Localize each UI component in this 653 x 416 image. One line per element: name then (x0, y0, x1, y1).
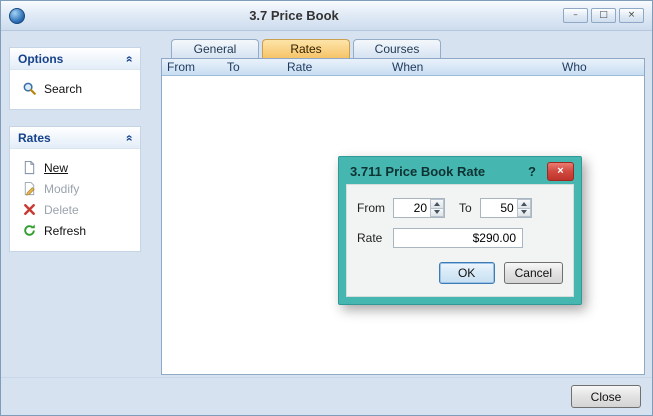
rates-panel-header[interactable]: Rates » (10, 127, 140, 149)
rate-label: Rate (357, 231, 393, 245)
titlebar: 3.7 Price Book – □ × (1, 1, 652, 31)
spinner-up-icon[interactable] (430, 199, 444, 208)
spinner-down-icon[interactable] (517, 208, 531, 218)
price-book-rate-dialog: 3.711 Price Book Rate ? × From To (338, 156, 582, 305)
price-book-window: 3.7 Price Book – □ × Options » Search (0, 0, 653, 416)
from-spinner (430, 199, 444, 217)
from-to-row: From To (357, 198, 563, 218)
sidebar-item-label: Delete (44, 203, 79, 217)
sidebar-item-label: Refresh (44, 224, 86, 238)
rates-panel: Rates » New Modify (9, 126, 141, 252)
sidebar-item-label: Modify (44, 182, 79, 196)
dialog-close-button[interactable]: × (547, 162, 574, 181)
dialog-titlebar: 3.711 Price Book Rate ? × (346, 157, 574, 184)
sidebar-item-search[interactable]: Search (18, 78, 136, 99)
rates-panel-title: Rates (18, 131, 51, 145)
help-button[interactable]: ? (523, 164, 541, 179)
tab-courses[interactable]: Courses (353, 39, 441, 58)
delete-icon (22, 202, 37, 217)
cancel-button[interactable]: Cancel (504, 262, 563, 284)
options-panel-body: Search (10, 70, 140, 109)
sidebar-item-delete[interactable]: Delete (18, 199, 136, 220)
from-stepper (393, 198, 445, 218)
tab-strip: General Rates Courses (171, 39, 645, 58)
tab-general[interactable]: General (171, 39, 259, 58)
dialog-buttons: OK Cancel (357, 262, 563, 284)
sidebar: Options » Search Rates » (9, 47, 141, 268)
to-spinner (517, 199, 531, 217)
dialog-title: 3.711 Price Book Rate (350, 164, 517, 179)
column-header-from[interactable]: From (162, 59, 222, 75)
new-document-icon (22, 160, 37, 175)
rate-row: Rate (357, 228, 563, 248)
tab-rates[interactable]: Rates (262, 39, 350, 58)
rates-panel-body: New Modify Delete (10, 149, 140, 251)
options-panel: Options » Search (9, 47, 141, 110)
sidebar-item-modify[interactable]: Modify (18, 178, 136, 199)
options-panel-title: Options (18, 52, 63, 66)
close-window-button[interactable]: × (619, 8, 644, 23)
column-header-rate[interactable]: Rate (282, 59, 387, 75)
window-controls: – □ × (563, 8, 644, 23)
app-icon (9, 8, 25, 24)
rate-input[interactable] (393, 228, 523, 248)
panel-collapse-icon[interactable]: » (122, 134, 136, 141)
from-label: From (357, 201, 393, 215)
sidebar-item-label: New (44, 161, 68, 175)
sidebar-item-new[interactable]: New (18, 157, 136, 178)
column-header-to[interactable]: To (222, 59, 282, 75)
maximize-button[interactable]: □ (591, 8, 616, 23)
options-panel-header[interactable]: Options » (10, 48, 140, 70)
spinner-down-icon[interactable] (430, 208, 444, 218)
column-header-who[interactable]: Who (557, 59, 644, 75)
minimize-button[interactable]: – (563, 8, 588, 23)
window-title: 3.7 Price Book (25, 8, 563, 23)
sidebar-item-label: Search (44, 82, 82, 96)
modify-icon (22, 181, 37, 196)
column-header-when[interactable]: When (387, 59, 557, 75)
grid-header-row: From To Rate When Who (162, 59, 644, 76)
dialog-body: From To Rate (346, 184, 574, 297)
to-label: To (459, 201, 472, 215)
refresh-icon (22, 223, 37, 238)
search-icon (22, 81, 37, 96)
to-stepper (480, 198, 532, 218)
spinner-up-icon[interactable] (517, 199, 531, 208)
sidebar-item-refresh[interactable]: Refresh (18, 220, 136, 241)
close-button[interactable]: Close (571, 385, 641, 408)
ok-button[interactable]: OK (439, 262, 495, 284)
footer-bar: Close (1, 377, 652, 415)
panel-collapse-icon[interactable]: » (122, 55, 136, 62)
